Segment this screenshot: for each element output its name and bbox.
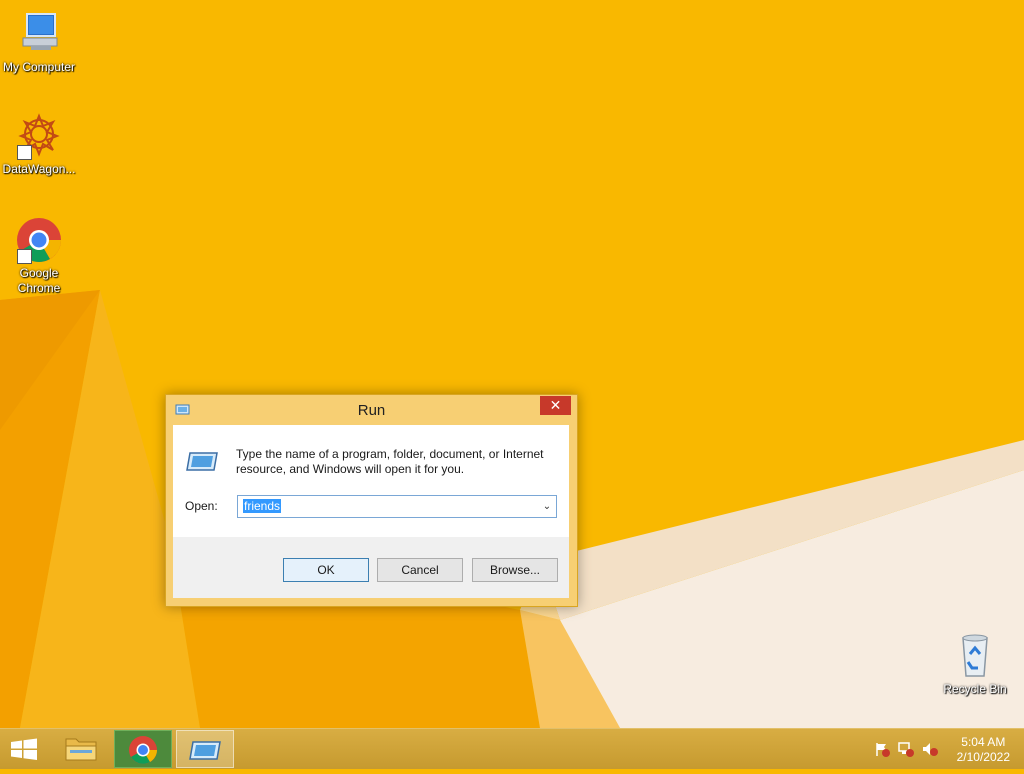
desktop-icon-google-chrome[interactable]: Google Chrome (0, 216, 78, 296)
chevron-down-icon[interactable]: ⌄ (540, 498, 554, 515)
desktop-icon-label: Google Chrome (17, 266, 61, 295)
action-center-flag-icon[interactable] (874, 741, 890, 757)
run-description: Type the name of a program, folder, docu… (236, 447, 544, 476)
run-icon (189, 741, 221, 760)
desktop-icon-label: DataWagon... (2, 162, 76, 176)
run-icon (186, 452, 218, 471)
desktop-icon-label: Recycle Bin (943, 682, 1007, 696)
close-icon: ✕ (549, 397, 562, 413)
desktop-icon-datawagon[interactable]: DataWagon... (0, 112, 78, 177)
taskbar-run-dialog[interactable] (176, 730, 234, 768)
run-dialog-titlebar[interactable]: Run ✕ (166, 395, 577, 425)
datawagon-icon (15, 112, 63, 160)
desktop-icon-label: My Computer (2, 60, 76, 74)
run-dialog-body: Type the name of a program, folder, docu… (173, 425, 569, 598)
taskbar-file-explorer[interactable] (52, 730, 110, 768)
clock-date: 2/10/2022 (956, 750, 1010, 764)
open-label: Open: (185, 499, 218, 513)
network-icon[interactable] (898, 741, 914, 757)
wallpaper (0, 0, 1024, 728)
close-button[interactable]: ✕ (540, 396, 571, 415)
desktop-icon-my-computer[interactable]: My Computer (0, 10, 78, 75)
start-button[interactable] (0, 730, 48, 768)
folder-icon (65, 738, 97, 761)
chrome-icon (15, 216, 63, 264)
clock-time: 5:04 AM (961, 735, 1006, 749)
open-combobox[interactable]: friends ⌄ (237, 495, 557, 518)
chrome-icon (129, 736, 157, 764)
computer-icon (15, 10, 63, 58)
run-dialog: Run ✕ Type the name of a program, folder… (165, 394, 578, 607)
desktop-icon-recycle-bin[interactable]: Recycle Bin (936, 632, 1014, 697)
system-clock[interactable]: 5:04 AM 2/10/2022 (957, 735, 1010, 765)
shortcut-arrow-icon (17, 249, 32, 264)
run-dialog-title: Run (357, 402, 386, 419)
open-input-value[interactable]: friends (243, 499, 282, 513)
taskbar-google-chrome[interactable] (114, 730, 172, 768)
ok-button[interactable]: OK (283, 558, 369, 582)
windows-logo-icon (11, 738, 37, 760)
shortcut-arrow-icon (17, 145, 32, 160)
recycle-bin-icon (951, 632, 999, 680)
taskbar: 5:04 AM 2/10/2022 (0, 728, 1024, 769)
browse-button[interactable]: Browse... (472, 558, 558, 582)
cancel-button[interactable]: Cancel (377, 558, 463, 582)
volume-muted-icon[interactable] (922, 741, 938, 757)
desktop: My Computer DataWagon... Google Chrome R… (0, 0, 1024, 728)
